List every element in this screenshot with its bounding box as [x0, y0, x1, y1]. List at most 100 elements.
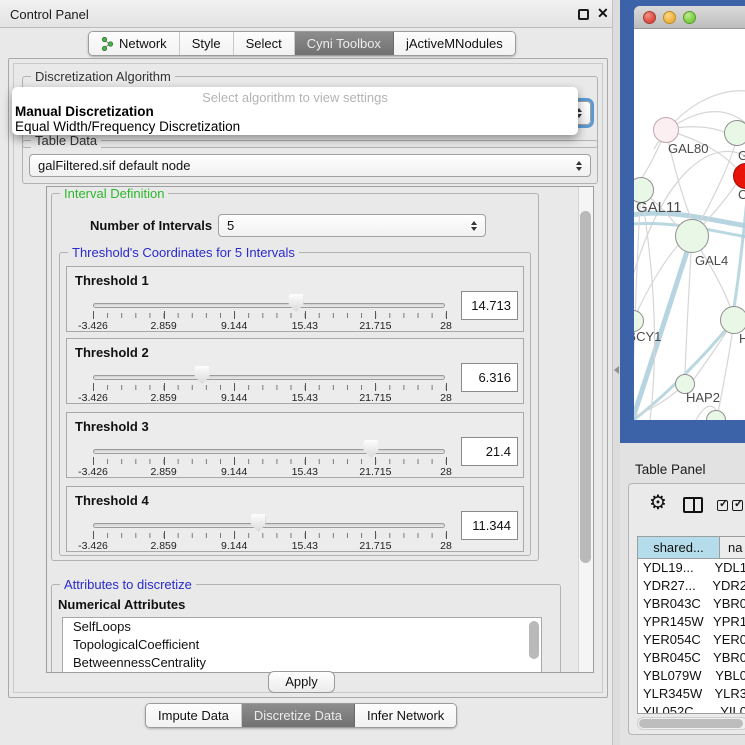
top-tabbar: Network Style Select Cyni Toolbox jActiv… — [88, 31, 516, 56]
popup-item-equal-width-frequency[interactable]: Equal Width/Frequency Discretization — [15, 119, 240, 134]
table-data-value: galFiltered.sif default node — [38, 158, 190, 173]
control-panel: Control Panel ✕ Network Style Select Cyn… — [0, 0, 612, 745]
table-row[interactable]: YER054CYER0 — [638, 631, 745, 649]
threshold-panel: Threshold 4 -3.4262.8599.14415.4321.7152… — [66, 486, 524, 552]
table-row[interactable]: YBR045CYBR0 — [638, 649, 745, 667]
network-node[interactable] — [653, 117, 679, 143]
tab-label: jActiveMNodules — [406, 36, 503, 51]
node-label: GAL4 — [695, 253, 728, 268]
list-item[interactable]: BetweennessCentrality — [63, 654, 541, 672]
interval-definition-group: Interval Definition Number of Intervals … — [51, 193, 539, 561]
network-window-titlebar — [634, 6, 745, 29]
zoom-window-icon[interactable] — [683, 11, 696, 24]
node-label: G — [738, 148, 745, 163]
threshold-value-field[interactable]: 6.316 — [461, 363, 518, 392]
minimize-window-icon[interactable] — [663, 11, 676, 24]
network-canvas[interactable]: GAL80 G C GAL11 GAL4 GCY1 H HAP2 — [634, 29, 745, 420]
slider-scale-labels: -3.4262.8599.14415.4321.71528 — [93, 466, 446, 478]
vertical-scrollbar-track[interactable] — [578, 187, 593, 672]
combo-stepper-icon — [576, 161, 582, 171]
network-node[interactable] — [720, 306, 745, 334]
network-node[interactable] — [675, 219, 709, 253]
vertical-scrollbar-thumb[interactable] — [580, 211, 591, 563]
tab-label: Cyni Toolbox — [307, 36, 381, 51]
threshold-value-field[interactable]: 21.4 — [461, 437, 518, 466]
apply-button[interactable]: Apply — [268, 671, 335, 693]
list-item[interactable]: SelfLoops — [63, 618, 541, 636]
close-panel-button[interactable]: ✕ — [597, 5, 609, 22]
table-panel-title: Table Panel — [635, 462, 706, 477]
table-data-group: Table Data galFiltered.sif default node — [22, 140, 598, 184]
splitpane-divider[interactable] — [612, 0, 620, 745]
threshold-label: Threshold 1 — [75, 273, 149, 288]
node-table: shared... na YDL19...YDL1 YDR27...YDR2 Y… — [637, 536, 745, 714]
checkbox-icon[interactable] — [717, 500, 728, 511]
slider-scale-labels: -3.4262.8599.14415.4321.71528 — [93, 392, 446, 404]
popup-hint-item: Select algorithm to view settings — [12, 90, 578, 105]
threshold-label: Threshold 3 — [75, 419, 149, 434]
table-row[interactable]: YIL052CYIL0 — [638, 703, 745, 714]
slider-ticks — [93, 313, 446, 318]
tab-style[interactable]: Style — [180, 32, 234, 55]
numerical-attributes-label: Numerical Attributes — [58, 597, 185, 612]
tab-select[interactable]: Select — [234, 32, 295, 55]
tab-cyni-toolbox[interactable]: Cyni Toolbox — [295, 32, 394, 55]
threshold-panel: Threshold 3 -3.4262.8599.14415.4321.7152… — [66, 412, 524, 478]
slider-scale-labels: -3.4262.8599.14415.4321.71528 — [93, 320, 446, 332]
column-header-name[interactable]: na — [720, 537, 745, 558]
tab-discretize-data[interactable]: Discretize Data — [242, 704, 355, 727]
checkbox-icon[interactable] — [732, 500, 743, 511]
tab-label: Discretize Data — [254, 708, 342, 723]
float-window-button[interactable] — [578, 9, 589, 20]
slider-thumb[interactable] — [364, 440, 379, 458]
network-window-frame: GAL80 G C GAL11 GAL4 GCY1 H HAP2 — [620, 0, 745, 443]
group-title: Interval Definition — [60, 186, 168, 201]
tab-jactivemnodules[interactable]: jActiveMNodules — [394, 32, 515, 55]
slider-ticks — [93, 385, 446, 390]
gear-icon[interactable]: ⚙ — [649, 490, 667, 515]
table-data-combobox[interactable]: galFiltered.sif default node — [29, 154, 591, 177]
slider-ticks — [93, 459, 446, 464]
list-scrollbar[interactable] — [529, 621, 539, 659]
table-row[interactable]: YLR345WYLR3 — [638, 685, 745, 703]
list-item[interactable]: TopologicalCoefficient — [63, 636, 541, 654]
tab-label: Infer Network — [367, 708, 444, 723]
table-row[interactable]: YBL079WYBL0 — [638, 667, 745, 685]
node-label: HAP2 — [686, 390, 720, 405]
column-header-shared-name[interactable]: shared... — [638, 537, 720, 558]
slider-thumb[interactable] — [195, 366, 210, 384]
table-row[interactable]: YDR27...YDR2 — [638, 577, 745, 595]
tab-infer-network[interactable]: Infer Network — [355, 704, 456, 727]
threshold-panel: Threshold 2 -3.4262.8599.14415.4321.7152… — [66, 338, 524, 404]
threshold-value-field[interactable]: 11.344 — [461, 511, 518, 540]
tab-network[interactable]: Network — [89, 32, 180, 55]
node-label: H — [739, 331, 745, 346]
divider-handle-icon[interactable] — [614, 366, 619, 374]
popup-item-manual-discretization[interactable]: Manual Discretization — [15, 104, 154, 119]
horizontal-scrollbar-track[interactable] — [637, 717, 745, 730]
slider-thumb[interactable] — [251, 514, 266, 532]
table-row[interactable]: YDL19...YDL1 — [638, 559, 745, 577]
tab-impute-data[interactable]: Impute Data — [146, 704, 242, 727]
slider-ticks — [93, 533, 446, 538]
network-node[interactable] — [724, 120, 745, 146]
network-window: GAL80 G C GAL11 GAL4 GCY1 H HAP2 — [634, 6, 745, 420]
close-window-icon[interactable] — [643, 11, 656, 24]
group-title: Discretization Algorithm — [31, 69, 175, 84]
table-row[interactable]: YBR043CYBR0 — [638, 595, 745, 613]
number-of-intervals-combobox[interactable]: 5 — [218, 214, 486, 237]
tab-label: Network — [119, 36, 167, 51]
control-panel-titlebar: Control Panel ✕ — [0, 0, 612, 28]
node-label: GAL11 — [636, 199, 682, 216]
group-title: Threshold's Coordinates for 5 Intervals — [68, 245, 299, 260]
slider-thumb[interactable] — [289, 294, 304, 312]
columns-icon[interactable] — [683, 497, 703, 513]
threshold-value-field[interactable]: 14.713 — [461, 291, 518, 320]
table-header-row: shared... na — [638, 537, 745, 559]
horizontal-scrollbar-thumb[interactable] — [639, 719, 743, 728]
panel-title: Control Panel — [10, 7, 89, 22]
combo-stepper-icon — [471, 221, 477, 231]
node-label: GAL80 — [668, 141, 708, 156]
table-row[interactable]: YPR145WYPR1 — [638, 613, 745, 631]
table-card: ⚙ shared... na YDL19...YDL1 YDR27...YDR2… — [628, 483, 745, 735]
